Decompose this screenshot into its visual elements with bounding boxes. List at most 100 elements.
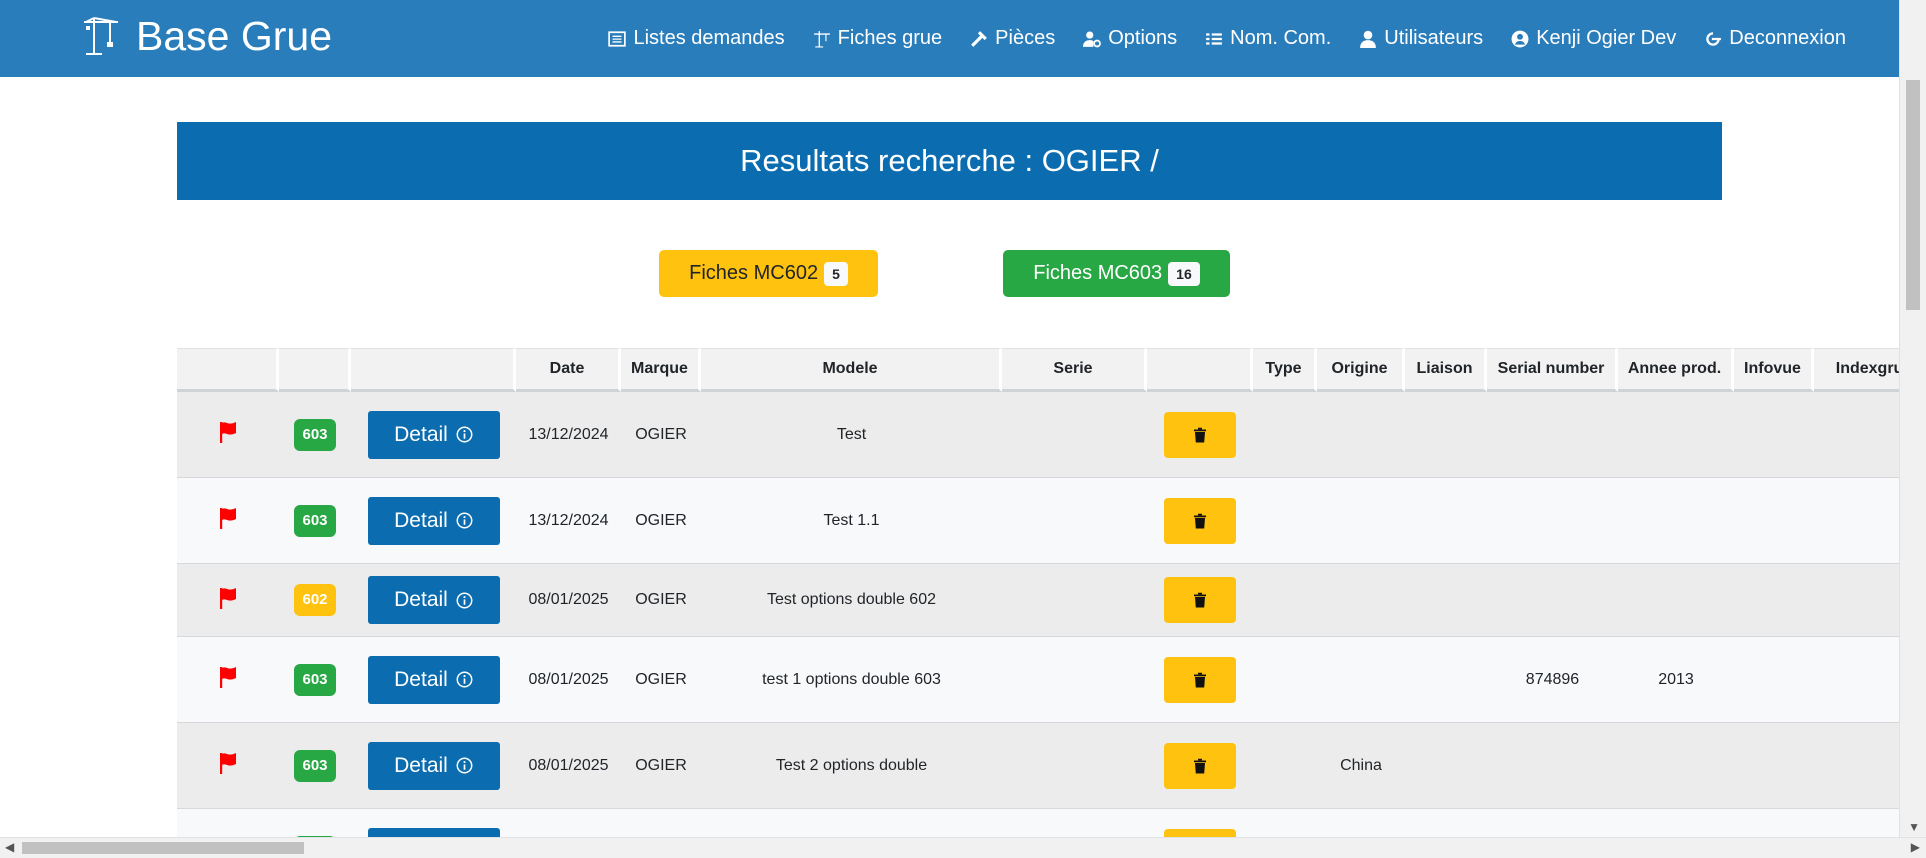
detail-label: Detail: [394, 422, 448, 446]
flag-cell: [177, 564, 279, 637]
info-icon: [456, 757, 473, 774]
fiches-mc602-button[interactable]: Fiches MC602 5: [659, 250, 878, 297]
infovue-cell: [1734, 564, 1814, 637]
flag-icon[interactable]: [216, 420, 240, 444]
detail-label: Detail: [394, 667, 448, 691]
horizontal-scrollbar[interactable]: ◀ ▶: [0, 837, 1926, 858]
scroll-down-arrow-icon[interactable]: ▼: [1908, 820, 1920, 834]
delete-cell: [1147, 723, 1253, 809]
table-header-row: Date Marque Modele Serie Type Origine Li…: [177, 348, 1900, 392]
column-header-serial-number[interactable]: Serial number: [1487, 348, 1618, 392]
horizontal-scrollbar-thumb[interactable]: [22, 842, 304, 854]
column-header-origine[interactable]: Origine: [1317, 348, 1405, 392]
results-table: Date Marque Modele Serie Type Origine Li…: [177, 348, 1900, 838]
version-cell: 602: [279, 564, 351, 637]
version-cell: 603: [279, 478, 351, 564]
detail-cell: Detail: [351, 564, 516, 637]
results-table-container: Date Marque Modele Serie Type Origine Li…: [177, 348, 1900, 838]
vertical-scrollbar-thumb[interactable]: [1906, 80, 1920, 310]
type-cell: [1253, 478, 1317, 564]
trash-icon: [1194, 427, 1206, 442]
serie-cell: [1002, 809, 1147, 838]
annee-prod-cell: [1618, 392, 1734, 478]
flag-icon[interactable]: [216, 665, 240, 689]
origine-cell: China: [1317, 723, 1405, 809]
nav-nom-com[interactable]: Nom. Com.: [1205, 27, 1331, 50]
nav-label: Utilisateurs: [1384, 27, 1484, 49]
trash-icon: [1194, 672, 1206, 687]
type-cell: [1253, 809, 1317, 838]
nav-label: Options: [1108, 27, 1178, 49]
results-banner: Resultats recherche : OGIER /: [177, 122, 1722, 200]
nav-label: Listes demandes: [633, 27, 785, 49]
column-header: [1147, 348, 1253, 392]
nav-deconnexion[interactable]: Deconnexion: [1704, 27, 1846, 50]
detail-button[interactable]: Detail: [367, 496, 500, 545]
column-header: [177, 348, 279, 392]
serial-number-cell: [1487, 564, 1618, 637]
flag-icon[interactable]: [216, 751, 240, 775]
column-header-serie[interactable]: Serie: [1002, 348, 1147, 392]
vertical-scrollbar[interactable]: ▼: [1899, 0, 1926, 838]
nav-label: Fiches grue: [837, 27, 943, 49]
table-list-icon: [1206, 32, 1223, 45]
nav-utilisateurs[interactable]: Utilisateurs: [1359, 27, 1483, 50]
flag-icon[interactable]: [216, 586, 240, 610]
nav-options[interactable]: Options: [1083, 27, 1177, 50]
delete-button[interactable]: [1164, 411, 1236, 458]
nav-listes-demandes[interactable]: Listes demandes: [608, 27, 785, 50]
nav-pieces[interactable]: Pièces: [970, 27, 1055, 50]
brand[interactable]: Base Grue: [82, 12, 332, 60]
delete-button[interactable]: [1164, 497, 1236, 544]
crane-logo-icon: [84, 17, 118, 55]
infovue-cell: [1734, 723, 1814, 809]
column-header-indexgrue[interactable]: Indexgrue: [1814, 348, 1900, 392]
date-cell: 08/01/2025: [516, 723, 621, 809]
origine-cell: [1317, 637, 1405, 723]
liaison-cell: [1405, 637, 1487, 723]
column-header-liaison[interactable]: Liaison: [1405, 348, 1487, 392]
column-header-type[interactable]: Type: [1253, 348, 1317, 392]
scroll-right-arrow-icon[interactable]: ▶: [1911, 840, 1920, 854]
modele-cell: test 1 options double 603: [701, 637, 1002, 723]
annee-prod-cell: [1618, 478, 1734, 564]
detail-cell: Detail: [351, 723, 516, 809]
modele-cell: Test: [701, 392, 1002, 478]
crane-icon: [813, 30, 830, 47]
delete-button[interactable]: [1164, 742, 1236, 789]
column-header-marque[interactable]: Marque: [621, 348, 701, 392]
column-header-annee-prod[interactable]: Annee prod.: [1618, 348, 1734, 392]
detail-button[interactable]: Detail: [367, 576, 500, 624]
nav-fiches-grue[interactable]: Fiches grue: [813, 27, 943, 50]
flag-cell: [177, 478, 279, 564]
flag-icon[interactable]: [216, 506, 240, 530]
serie-cell: [1002, 478, 1147, 564]
column-header-infovue[interactable]: Infovue: [1734, 348, 1814, 392]
nav-label: Pièces: [995, 27, 1056, 49]
delete-button[interactable]: [1164, 577, 1236, 623]
nav-label: Nom. Com.: [1230, 27, 1332, 49]
list-icon: [608, 30, 627, 47]
column-header-date[interactable]: Date: [516, 348, 621, 392]
detail-button[interactable]: Detail: [367, 410, 500, 459]
date-cell: 13/12/2024: [516, 478, 621, 564]
annee-prod-cell: 2013: [1618, 637, 1734, 723]
version-badge: 603: [294, 749, 336, 782]
version-badge: 602: [294, 584, 336, 616]
flag-cell: [177, 392, 279, 478]
detail-button[interactable]: Detail: [367, 655, 500, 704]
infovue-cell: [1734, 637, 1814, 723]
nav-profile[interactable]: Kenji Ogier Dev: [1511, 27, 1676, 50]
info-icon: [456, 426, 473, 443]
delete-button[interactable]: [1164, 656, 1236, 703]
origine-cell: [1317, 564, 1405, 637]
scroll-left-arrow-icon[interactable]: ◀: [5, 840, 14, 854]
indexgrue-cell: [1814, 564, 1900, 637]
table-row: 603 Detail 13/12/2024 OGIER Test 1.1: [177, 478, 1900, 564]
modele-cell: [701, 809, 1002, 838]
detail-button[interactable]: Detail: [367, 741, 500, 790]
serial-number-cell: [1487, 723, 1618, 809]
info-icon: [456, 671, 473, 688]
column-header-modele[interactable]: Modele: [701, 348, 1002, 392]
fiches-mc603-button[interactable]: Fiches MC603 16: [1003, 250, 1230, 297]
